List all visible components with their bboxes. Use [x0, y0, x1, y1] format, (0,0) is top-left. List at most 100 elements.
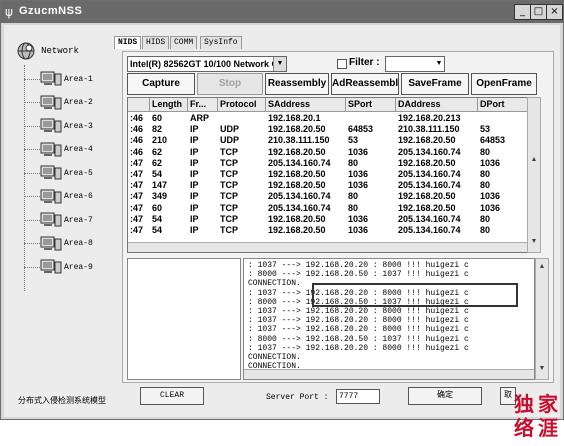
status-text: 分布式入侵检测系统模型: [18, 397, 106, 406]
table-row[interactable]: :47 54 IP TCP 192.168.20.50 1036 205.134.160.7…: [128, 169, 528, 179]
column-header-protocol[interactable]: Protocol: [218, 98, 266, 111]
cell-saddress: 192.168.20.50: [268, 146, 326, 157]
cell-dport: 53: [480, 124, 491, 135]
cell-time: :47: [130, 191, 144, 202]
capture-button[interactable]: Capture: [127, 73, 195, 95]
cell-sport: 80: [348, 191, 359, 202]
log-vertical-scrollbar[interactable]: ▲ ▼: [535, 258, 549, 380]
column-header-dport[interactable]: DPort: [478, 98, 528, 111]
tab-comm[interactable]: COMM: [170, 36, 198, 49]
computer-icon: [40, 189, 62, 205]
tab-nids[interactable]: NIDS: [114, 36, 142, 49]
column-header-sport[interactable]: SPort: [346, 98, 396, 111]
adreassembly-button[interactable]: AdReassembly: [331, 73, 399, 95]
tree-item-area-2[interactable]: Area-2: [24, 95, 93, 115]
minimize-button[interactable]: _: [514, 4, 531, 20]
scroll-down-icon[interactable]: ▼: [536, 365, 548, 372]
table-vertical-scrollbar[interactable]: ▲ ▼: [527, 97, 541, 253]
column-header-length[interactable]: Length: [150, 98, 188, 111]
tab-hids[interactable]: HIDS: [142, 36, 170, 49]
chevron-down-icon[interactable]: ▼: [434, 57, 444, 71]
cell-time: :46: [130, 135, 144, 146]
cell-time: :47: [130, 213, 144, 224]
cell-length: 60: [152, 113, 163, 123]
ok-button[interactable]: 确定: [408, 387, 482, 405]
tree-item-label: Area-4: [64, 145, 93, 154]
openframe-button[interactable]: OpenFrame: [471, 73, 537, 95]
cell-time: :47: [130, 157, 144, 168]
packet-table: Length Fr... Protocol SAddress SPort DAddress…: [127, 97, 529, 253]
cell-daddress: 205.134.160.74: [398, 180, 461, 191]
table-header: Length Fr... Protocol SAddress SPort DAddress…: [128, 98, 528, 112]
tree-item-area-4[interactable]: Area-4: [24, 142, 93, 162]
tree-root-label: Network: [41, 46, 79, 56]
tree-item-area-9[interactable]: Area-9: [24, 259, 93, 279]
cell-sport: 80: [348, 202, 359, 213]
close-button[interactable]: ×: [546, 4, 563, 20]
chevron-down-icon[interactable]: ▼: [273, 57, 286, 71]
table-row[interactable]: :46 210 IP UDP 210.38.111.150 53 192.168.20.50…: [128, 135, 528, 145]
reassembly-button[interactable]: Reassembly: [265, 73, 329, 95]
filter-select[interactable]: ▼: [385, 56, 445, 72]
cell-daddress: 205.134.160.74: [398, 169, 461, 179]
table-row[interactable]: :47 54 IP TCP 192.168.20.50 1036 205.134.160.7…: [128, 214, 528, 224]
title-bar[interactable]: ψ GzucmNSS _ □ ×: [1, 1, 563, 23]
stop-button[interactable]: Stop: [197, 73, 263, 95]
log-horizontal-scrollbar[interactable]: [244, 369, 534, 379]
cell-frame: IP: [190, 180, 199, 191]
tree-root-network[interactable]: Network: [16, 41, 79, 63]
table-horizontal-scrollbar[interactable]: [128, 242, 528, 252]
tree-item-area-3[interactable]: Area-3: [24, 118, 93, 138]
cell-saddress: 210.38.111.150: [268, 135, 330, 146]
cell-length: 147: [152, 180, 168, 191]
main-window: ψ GzucmNSS _ □ × Network Area-1 Area-2 Are…: [0, 0, 564, 440]
log-output: : 1037 ---> 192.168.20.20 : 8000 !!! hui…: [243, 258, 535, 380]
server-port-input[interactable]: 7777: [336, 389, 380, 404]
scroll-up-icon[interactable]: ▲: [528, 156, 540, 163]
cell-saddress: 192.168.20.50: [268, 180, 326, 191]
maximize-button[interactable]: □: [530, 4, 547, 20]
cell-frame: IP: [190, 157, 199, 168]
table-row[interactable]: :47 54 IP TCP 192.168.20.50 1036 205.134.160.7…: [128, 225, 528, 235]
column-header-time[interactable]: [128, 98, 150, 111]
network-tree: Network Area-1 Area-2 Area-3 Area-4 Area-5 Ar…: [12, 35, 112, 305]
clear-button[interactable]: CLEAR: [140, 387, 204, 405]
table-row[interactable]: :46 60 ARP 192.168.20.1 192.168.20.213: [128, 113, 528, 123]
cell-sport: 1036: [348, 180, 369, 191]
cell-length: 54: [152, 213, 163, 224]
cell-protocol: TCP: [220, 191, 238, 202]
tree-item-area-8[interactable]: Area-8: [24, 236, 93, 256]
cell-dport: 80: [480, 225, 491, 235]
table-row[interactable]: :46 82 IP UDP 192.168.20.50 64853 210.38.111.1…: [128, 124, 528, 134]
adapter-select[interactable]: Intel(R) 82562GT 10/100 Network C ▼: [127, 56, 287, 72]
cell-protocol: TCP: [220, 157, 238, 168]
scroll-up-icon[interactable]: ▲: [536, 263, 548, 270]
cell-length: 62: [152, 157, 163, 168]
tree-item-area-5[interactable]: Area-5: [24, 165, 93, 185]
cell-dport: 1036: [480, 157, 501, 168]
computer-icon: [40, 118, 62, 134]
cell-sport: 1036: [348, 213, 369, 224]
scroll-down-icon[interactable]: ▼: [528, 238, 540, 245]
tree-item-area-7[interactable]: Area-7: [24, 212, 93, 232]
column-header-frame[interactable]: Fr...: [188, 98, 218, 111]
cell-time: :47: [130, 169, 144, 179]
tab-sysinfo[interactable]: SysInfo: [200, 36, 242, 49]
server-port-label: Server Port :: [266, 393, 329, 402]
cell-dport: 1036: [480, 202, 501, 213]
saveframe-button[interactable]: SaveFrame: [401, 73, 469, 95]
table-row[interactable]: :47 60 IP TCP 205.134.160.74 80 192.168.20.50 1…: [128, 203, 528, 213]
table-row[interactable]: :46 62 IP TCP 192.168.20.50 1036 205.134.160.7…: [128, 147, 528, 157]
filter-checkbox[interactable]: [337, 59, 347, 69]
tree-item-area-6[interactable]: Area-6: [24, 189, 93, 209]
table-row[interactable]: :47 349 IP TCP 205.134.160.74 80 192.168.20.50…: [128, 191, 528, 201]
table-row[interactable]: :47 147 IP TCP 192.168.20.50 1036 205.134.160.…: [128, 180, 528, 190]
column-header-saddress[interactable]: SAddress: [266, 98, 346, 111]
cell-protocol: TCP: [220, 225, 238, 235]
tree-item-label: Area-9: [64, 262, 93, 272]
svg-text:家: 家: [538, 392, 559, 416]
column-header-daddress[interactable]: DAddress: [396, 98, 478, 111]
cell-sport: 80: [348, 157, 359, 168]
tree-item-area-1[interactable]: Area-1: [24, 71, 93, 91]
table-row[interactable]: :47 62 IP TCP 205.134.160.74 80 192.168.20.50 1…: [128, 158, 528, 168]
